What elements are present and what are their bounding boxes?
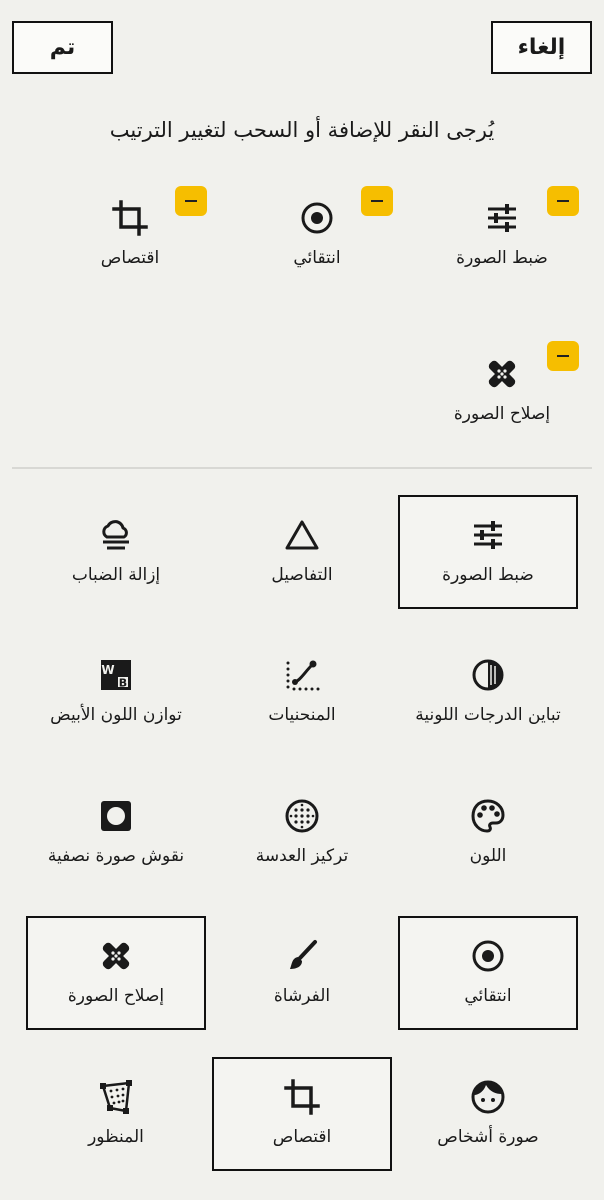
active-tool-label: اقتصاص bbox=[100, 248, 160, 268]
crop-icon bbox=[112, 200, 148, 236]
tool-tonal-contrast[interactable]: تباين الدرجات اللونية bbox=[398, 635, 578, 749]
tool-selective[interactable]: انتقائي bbox=[398, 916, 578, 1030]
half-circle-icon bbox=[470, 657, 506, 693]
tool-curves[interactable]: المنحنيات bbox=[212, 635, 392, 749]
tool-brush[interactable]: الفرشاة bbox=[212, 916, 392, 1030]
instruction-text: يُرجى النقر للإضافة أو السحب لتغيير التر… bbox=[109, 118, 495, 142]
tool-label: تباين الدرجات اللونية bbox=[415, 705, 561, 725]
tool-perspective[interactable]: المنظور bbox=[26, 1057, 206, 1171]
palette-icon bbox=[470, 798, 506, 834]
remove-icon[interactable] bbox=[175, 186, 207, 216]
tool-healing[interactable]: إصلاح الصورة bbox=[26, 916, 206, 1030]
tool-label: انتقائي bbox=[464, 986, 512, 1006]
tool-color[interactable]: اللون bbox=[398, 776, 578, 890]
crop-icon bbox=[284, 1079, 320, 1115]
tool-label: الفرشاة bbox=[273, 986, 331, 1006]
done-button[interactable]: تم bbox=[12, 21, 113, 74]
tool-crop[interactable]: اقتصاص bbox=[212, 1057, 392, 1171]
bandage-icon bbox=[98, 938, 134, 974]
tool-label: إزالة الضباب bbox=[71, 565, 161, 585]
sliders-icon bbox=[484, 200, 520, 236]
active-tool-label: إصلاح الصورة bbox=[453, 404, 551, 424]
tool-label: ضبط الصورة bbox=[442, 565, 534, 585]
tool-white-balance[interactable]: WB توازن اللون الأبيض bbox=[26, 635, 206, 749]
face-icon bbox=[470, 1079, 506, 1115]
tool-label: تركيز العدسة bbox=[255, 846, 349, 866]
white-balance-icon: WB bbox=[98, 657, 134, 693]
active-tool-label: انتقائي bbox=[293, 248, 341, 268]
remove-icon[interactable] bbox=[547, 341, 579, 371]
cloud-fog-icon bbox=[98, 517, 134, 553]
section-divider bbox=[12, 467, 592, 469]
remove-icon[interactable] bbox=[361, 186, 393, 216]
perspective-icon bbox=[98, 1079, 134, 1115]
sliders-icon bbox=[470, 517, 506, 553]
bandage-icon bbox=[484, 356, 520, 392]
cancel-button[interactable]: إلغاء bbox=[491, 21, 592, 74]
tool-label: صورة أشخاص bbox=[437, 1127, 539, 1147]
tool-label: المنظور bbox=[88, 1127, 144, 1147]
svg-text:B: B bbox=[119, 677, 127, 690]
tool-tune[interactable]: ضبط الصورة bbox=[398, 495, 578, 609]
dotted-circle-icon bbox=[284, 798, 320, 834]
tool-dehaze[interactable]: إزالة الضباب bbox=[26, 495, 206, 609]
vignette-icon bbox=[98, 798, 134, 834]
tool-label: اقتصاص bbox=[272, 1127, 332, 1147]
tool-label: اللون bbox=[469, 846, 507, 866]
tool-vignette[interactable]: نقوش صورة نصفية bbox=[26, 776, 206, 890]
active-tool-label: ضبط الصورة bbox=[456, 248, 548, 268]
tool-details[interactable]: التفاصيل bbox=[212, 495, 392, 609]
target-icon bbox=[470, 938, 506, 974]
tool-label: توازن اللون الأبيض bbox=[50, 705, 182, 725]
target-icon bbox=[299, 200, 335, 236]
tool-portrait[interactable]: صورة أشخاص bbox=[398, 1057, 578, 1171]
brush-icon bbox=[284, 938, 320, 974]
svg-text:W: W bbox=[101, 663, 114, 677]
tool-lens-blur[interactable]: تركيز العدسة bbox=[212, 776, 392, 890]
triangle-icon bbox=[284, 517, 320, 553]
tool-label: نقوش صورة نصفية bbox=[47, 846, 185, 866]
remove-icon[interactable] bbox=[547, 186, 579, 216]
tool-label: التفاصيل bbox=[271, 565, 333, 585]
tool-label: المنحنيات bbox=[268, 705, 336, 725]
curves-icon bbox=[284, 657, 320, 693]
tool-label: إصلاح الصورة bbox=[67, 986, 165, 1006]
